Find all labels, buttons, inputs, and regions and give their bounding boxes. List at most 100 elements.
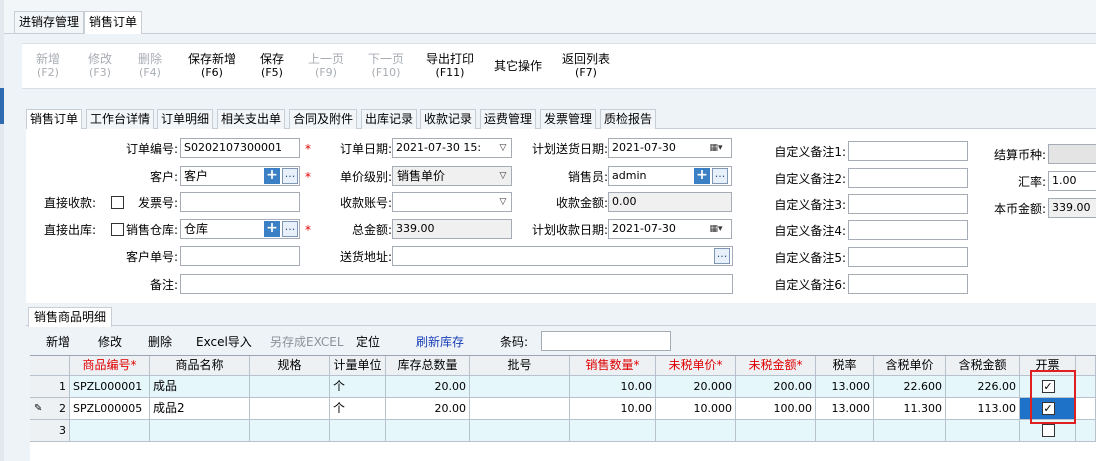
custom-remark-2-field[interactable]	[848, 168, 968, 188]
add-warehouse-button[interactable]: +	[264, 221, 280, 237]
export-print-button[interactable]: 导出打印 (F11)	[426, 52, 474, 80]
table-cell[interactable]: 20.00	[386, 398, 470, 420]
next-page-button[interactable]: 下一页 (F10)	[368, 52, 404, 80]
table-cell[interactable]: 20.000	[656, 376, 736, 398]
customer-doc-field[interactable]	[180, 246, 300, 266]
table-cell[interactable]: 成品2	[150, 398, 250, 420]
table-cell[interactable]	[656, 420, 736, 442]
locate-button[interactable]: 定位	[356, 333, 380, 350]
account-select[interactable]	[392, 192, 512, 212]
column-header[interactable]: 商品名称	[150, 356, 250, 376]
direct-outbound-checkbox[interactable]	[111, 223, 124, 236]
refresh-stock-button[interactable]: 刷新库存	[416, 333, 464, 350]
column-header[interactable]: 含税金额	[946, 356, 1020, 376]
tab-sales-order[interactable]: 销售订单	[84, 11, 143, 34]
column-header[interactable]: 商品编号*	[70, 356, 150, 376]
rate-field[interactable]: 1.00	[1048, 171, 1096, 191]
table-cell[interactable]: 10.00	[570, 398, 656, 420]
table-cell[interactable]	[470, 420, 570, 442]
table-cell[interactable]	[736, 420, 816, 442]
table-cell[interactable]	[250, 420, 330, 442]
table-cell[interactable]: 成品	[150, 376, 250, 398]
back-to-list-button[interactable]: 返回列表 (F7)	[562, 52, 610, 80]
add-customer-button[interactable]: +	[264, 168, 280, 184]
table-cell[interactable]: 个	[330, 376, 386, 398]
new-button[interactable]: 新增 (F2)	[36, 52, 60, 80]
tab-freight-management[interactable]: 运费管理	[480, 109, 537, 129]
edit-button[interactable]: 修改 (F3)	[88, 52, 112, 80]
table-cell[interactable]: 13.000	[816, 398, 874, 420]
column-header[interactable]: 税率	[816, 356, 874, 376]
browse-customer-button[interactable]: ...	[282, 168, 298, 184]
direct-receipt-checkbox[interactable]	[111, 196, 124, 209]
custom-remark-5-field[interactable]	[848, 247, 968, 267]
table-cell[interactable]	[386, 420, 470, 442]
chevron-down-icon[interactable]: ▽	[496, 193, 510, 211]
tab-sales-order-form[interactable]: 销售订单	[26, 109, 83, 130]
invoice-no-field[interactable]	[180, 192, 300, 212]
custom-remark-3-field[interactable]	[848, 194, 968, 214]
remark-field[interactable]	[180, 274, 733, 294]
save-as-excel-button[interactable]: 另存成EXCEL	[270, 333, 344, 350]
tab-contract-attachments[interactable]: 合同及附件	[289, 109, 358, 129]
tab-receipt-records[interactable]: 收款记录	[420, 109, 477, 129]
table-cell[interactable]: 13.000	[816, 376, 874, 398]
row-number[interactable]: 1	[30, 376, 70, 398]
add-salesman-button[interactable]: +	[694, 168, 710, 184]
tab-related-expenses[interactable]: 相关支出单	[217, 109, 286, 129]
custom-remark-4-field[interactable]	[848, 220, 968, 240]
chevron-down-icon[interactable]: ▽	[496, 167, 510, 185]
table-cell[interactable]	[570, 420, 656, 442]
column-header[interactable]: 库存总数量	[386, 356, 470, 376]
table-cell[interactable]	[250, 376, 330, 398]
table-cell[interactable]: 10.000	[656, 398, 736, 420]
custom-remark-6-field[interactable]	[848, 274, 968, 294]
table-cell[interactable]: 113.00	[946, 398, 1020, 420]
unchecked-checkbox-icon[interactable]	[1041, 424, 1055, 437]
prev-page-button[interactable]: 上一页 (F9)	[308, 52, 344, 80]
table-cell[interactable]	[250, 398, 330, 420]
calendar-icon[interactable]: ▦▾	[704, 139, 728, 157]
save-and-new-button[interactable]: 保存新增 (F6)	[188, 52, 236, 80]
row-number[interactable]: 2 ✎	[30, 398, 70, 420]
column-header[interactable]: 未税金额*	[736, 356, 816, 376]
table-cell[interactable]	[70, 420, 150, 442]
row-number[interactable]: 3	[30, 420, 70, 442]
other-actions-button[interactable]: 其它操作	[494, 59, 542, 73]
browse-address-button[interactable]: ...	[714, 248, 730, 264]
tab-outbound-records[interactable]: 出库记录	[361, 109, 418, 129]
table-cell[interactable]	[330, 420, 386, 442]
table-cell[interactable]: 11.300	[874, 398, 946, 420]
table-cell[interactable]	[874, 420, 946, 442]
price-level-select[interactable]: 销售单价	[392, 166, 512, 186]
calendar-icon[interactable]: ▦▾	[704, 220, 728, 238]
table-cell[interactable]: 226.00	[946, 376, 1020, 398]
excel-import-button[interactable]: Excel导入	[196, 333, 252, 350]
table-cell[interactable]	[470, 398, 570, 420]
tab-order-detail[interactable]: 订单明细	[157, 109, 214, 129]
table-cell[interactable]	[816, 420, 874, 442]
address-field[interactable]	[392, 246, 733, 266]
column-header[interactable]: 规格	[250, 356, 330, 376]
table-cell[interactable]: 200.00	[736, 376, 816, 398]
column-header[interactable]: 销售数量*	[570, 356, 656, 376]
table-cell[interactable]	[470, 376, 570, 398]
chevron-down-icon[interactable]: ▽	[496, 139, 510, 157]
barcode-input[interactable]	[541, 331, 671, 351]
grid-edit-button[interactable]: 修改	[98, 333, 122, 350]
order-date-field[interactable]: 2021-07-30 15:	[392, 138, 512, 158]
table-cell[interactable]	[946, 420, 1020, 442]
tab-quality-report[interactable]: 质检报告	[600, 109, 657, 129]
browse-salesman-button[interactable]: ...	[712, 168, 728, 184]
table-cell[interactable]	[150, 420, 250, 442]
save-button[interactable]: 保存 (F5)	[260, 52, 284, 80]
column-header[interactable]: 未税单价*	[656, 356, 736, 376]
table-cell[interactable]: 22.600	[874, 376, 946, 398]
custom-remark-1-field[interactable]	[848, 141, 968, 161]
detail-section-title[interactable]: 销售商品明细	[28, 307, 113, 327]
tab-workbench-detail[interactable]: 工作台详情	[86, 109, 155, 129]
column-header[interactable]: 计量单位	[330, 356, 386, 376]
table-cell[interactable]: 个	[330, 398, 386, 420]
tab-inventory-management[interactable]: 进销存管理	[14, 11, 85, 33]
grid-add-button[interactable]: 新增	[46, 333, 70, 350]
